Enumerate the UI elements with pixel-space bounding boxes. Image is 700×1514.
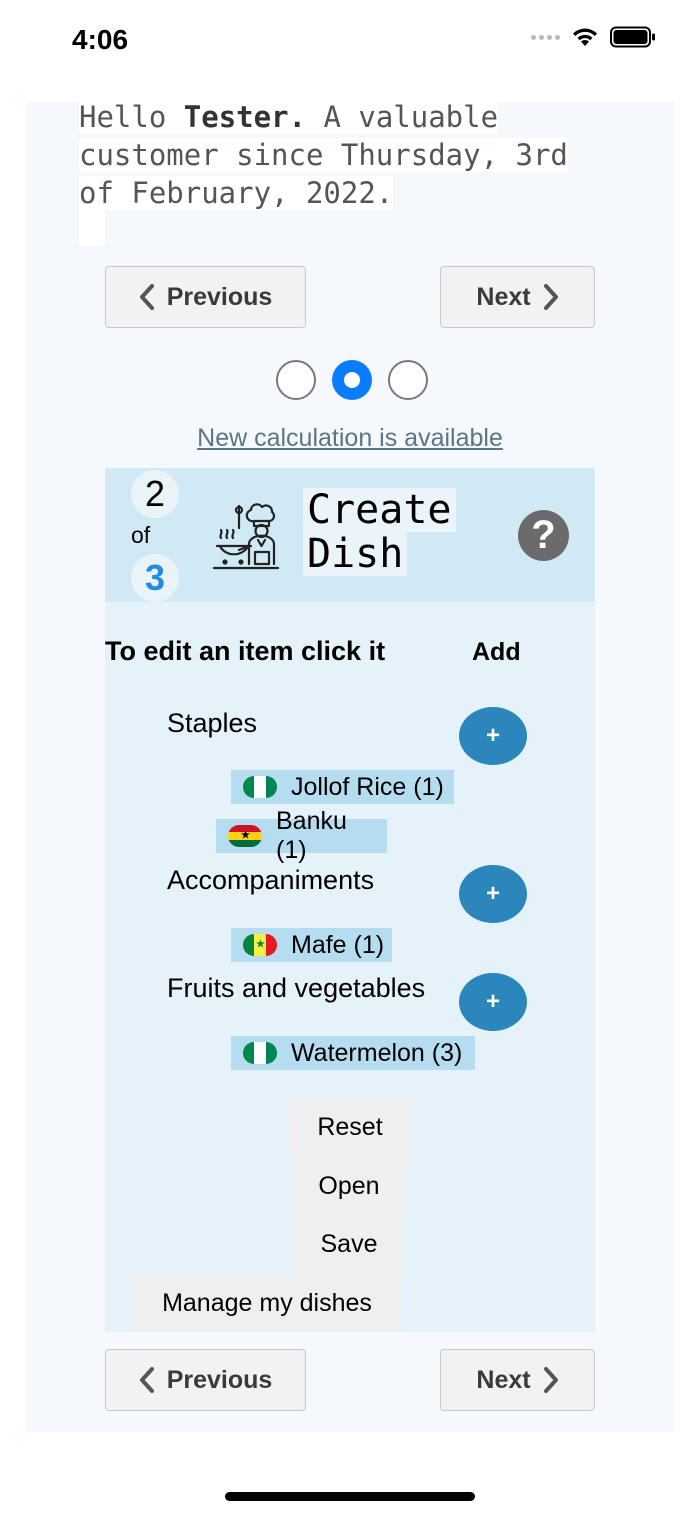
status-time: 4:06: [72, 24, 129, 55]
step-of-label: of: [131, 522, 151, 548]
add-staples-button[interactable]: +: [459, 707, 527, 765]
battery-icon: [610, 26, 655, 48]
greeting-text: Hello Tester. A valuable customer since …: [79, 98, 579, 212]
item-watermelon[interactable]: Watermelon (3): [231, 1036, 475, 1070]
ghana-flag-icon: ★: [228, 825, 262, 847]
status-icons: [531, 26, 656, 48]
home-indicator[interactable]: [225, 1492, 475, 1501]
senegal-flag-icon: ★: [243, 934, 277, 956]
next-button-bottom[interactable]: Next: [440, 1349, 595, 1411]
step-total: 3: [131, 554, 179, 602]
help-icon[interactable]: ?: [518, 510, 569, 561]
add-fruits-and-vegetables-button[interactable]: +: [459, 973, 527, 1031]
item-label: Banku (1): [276, 807, 347, 864]
edit-hint: To edit an item click it: [105, 636, 386, 666]
category-fruits-and-vegetables: Fruits and vegetables: [167, 973, 426, 1003]
chevron-right-icon: [543, 284, 558, 310]
wifi-icon: [573, 28, 597, 46]
save-button[interactable]: Save: [294, 1215, 404, 1274]
pager-dot-1[interactable]: [276, 360, 316, 400]
previous-label: Previous: [166, 282, 273, 311]
add-column-label: Add: [472, 638, 521, 666]
next-label: Next: [476, 1365, 531, 1394]
item-label: Watermelon (3): [291, 1038, 463, 1067]
category-staples: Staples: [167, 708, 258, 738]
new-calculation-link[interactable]: New calculation is available: [0, 424, 700, 453]
chevron-right-icon: [543, 1367, 558, 1393]
manage-my-dishes-button[interactable]: Manage my dishes: [132, 1274, 402, 1332]
chevron-left-icon: [139, 284, 154, 310]
reset-button[interactable]: Reset: [289, 1097, 411, 1157]
nigeria-flag-icon: [243, 776, 277, 798]
card-title: Create Dish: [303, 488, 456, 576]
item-label: Jollof Rice (1): [291, 772, 444, 801]
previous-button-bottom[interactable]: Previous: [105, 1349, 306, 1411]
greeting-line2: customer since Thursday, 3rd: [79, 138, 568, 172]
open-button[interactable]: Open: [293, 1157, 405, 1215]
signal-icon: [531, 34, 560, 40]
chef-cooking-icon: [213, 503, 279, 570]
status-bar: 4:06: [0, 0, 700, 80]
greeting-spacer: [79, 210, 105, 246]
category-accompaniments: Accompaniments: [167, 865, 375, 895]
next-label: Next: [476, 282, 531, 311]
previous-label: Previous: [166, 1365, 273, 1394]
item-jollof-rice[interactable]: Jollof Rice (1): [231, 770, 454, 804]
pager-dot-2-active[interactable]: [332, 360, 372, 400]
step-current: 2: [131, 470, 179, 518]
greeting-line1-rest: A valuable: [323, 100, 499, 134]
add-accompaniments-button[interactable]: +: [459, 865, 527, 923]
greeting-hello: Hello: [79, 100, 167, 134]
greeting-user-name: Tester.: [183, 100, 306, 134]
next-button-top[interactable]: Next: [440, 266, 595, 328]
pager-dots: [276, 360, 428, 400]
card-title-line1: Create: [303, 488, 456, 532]
item-banku[interactable]: ★ Banku (1): [216, 807, 387, 864]
previous-button-top[interactable]: Previous: [105, 266, 306, 328]
card-title-line2: Dish: [303, 532, 408, 576]
item-label: Mafe (1): [291, 930, 385, 959]
chevron-left-icon: [139, 1367, 154, 1393]
pager-dot-3[interactable]: [388, 360, 428, 400]
greeting-line3: of February, 2022.: [79, 176, 394, 210]
nigeria-flag-icon: [243, 1042, 277, 1064]
item-mafe[interactable]: ★ Mafe (1): [231, 928, 392, 962]
